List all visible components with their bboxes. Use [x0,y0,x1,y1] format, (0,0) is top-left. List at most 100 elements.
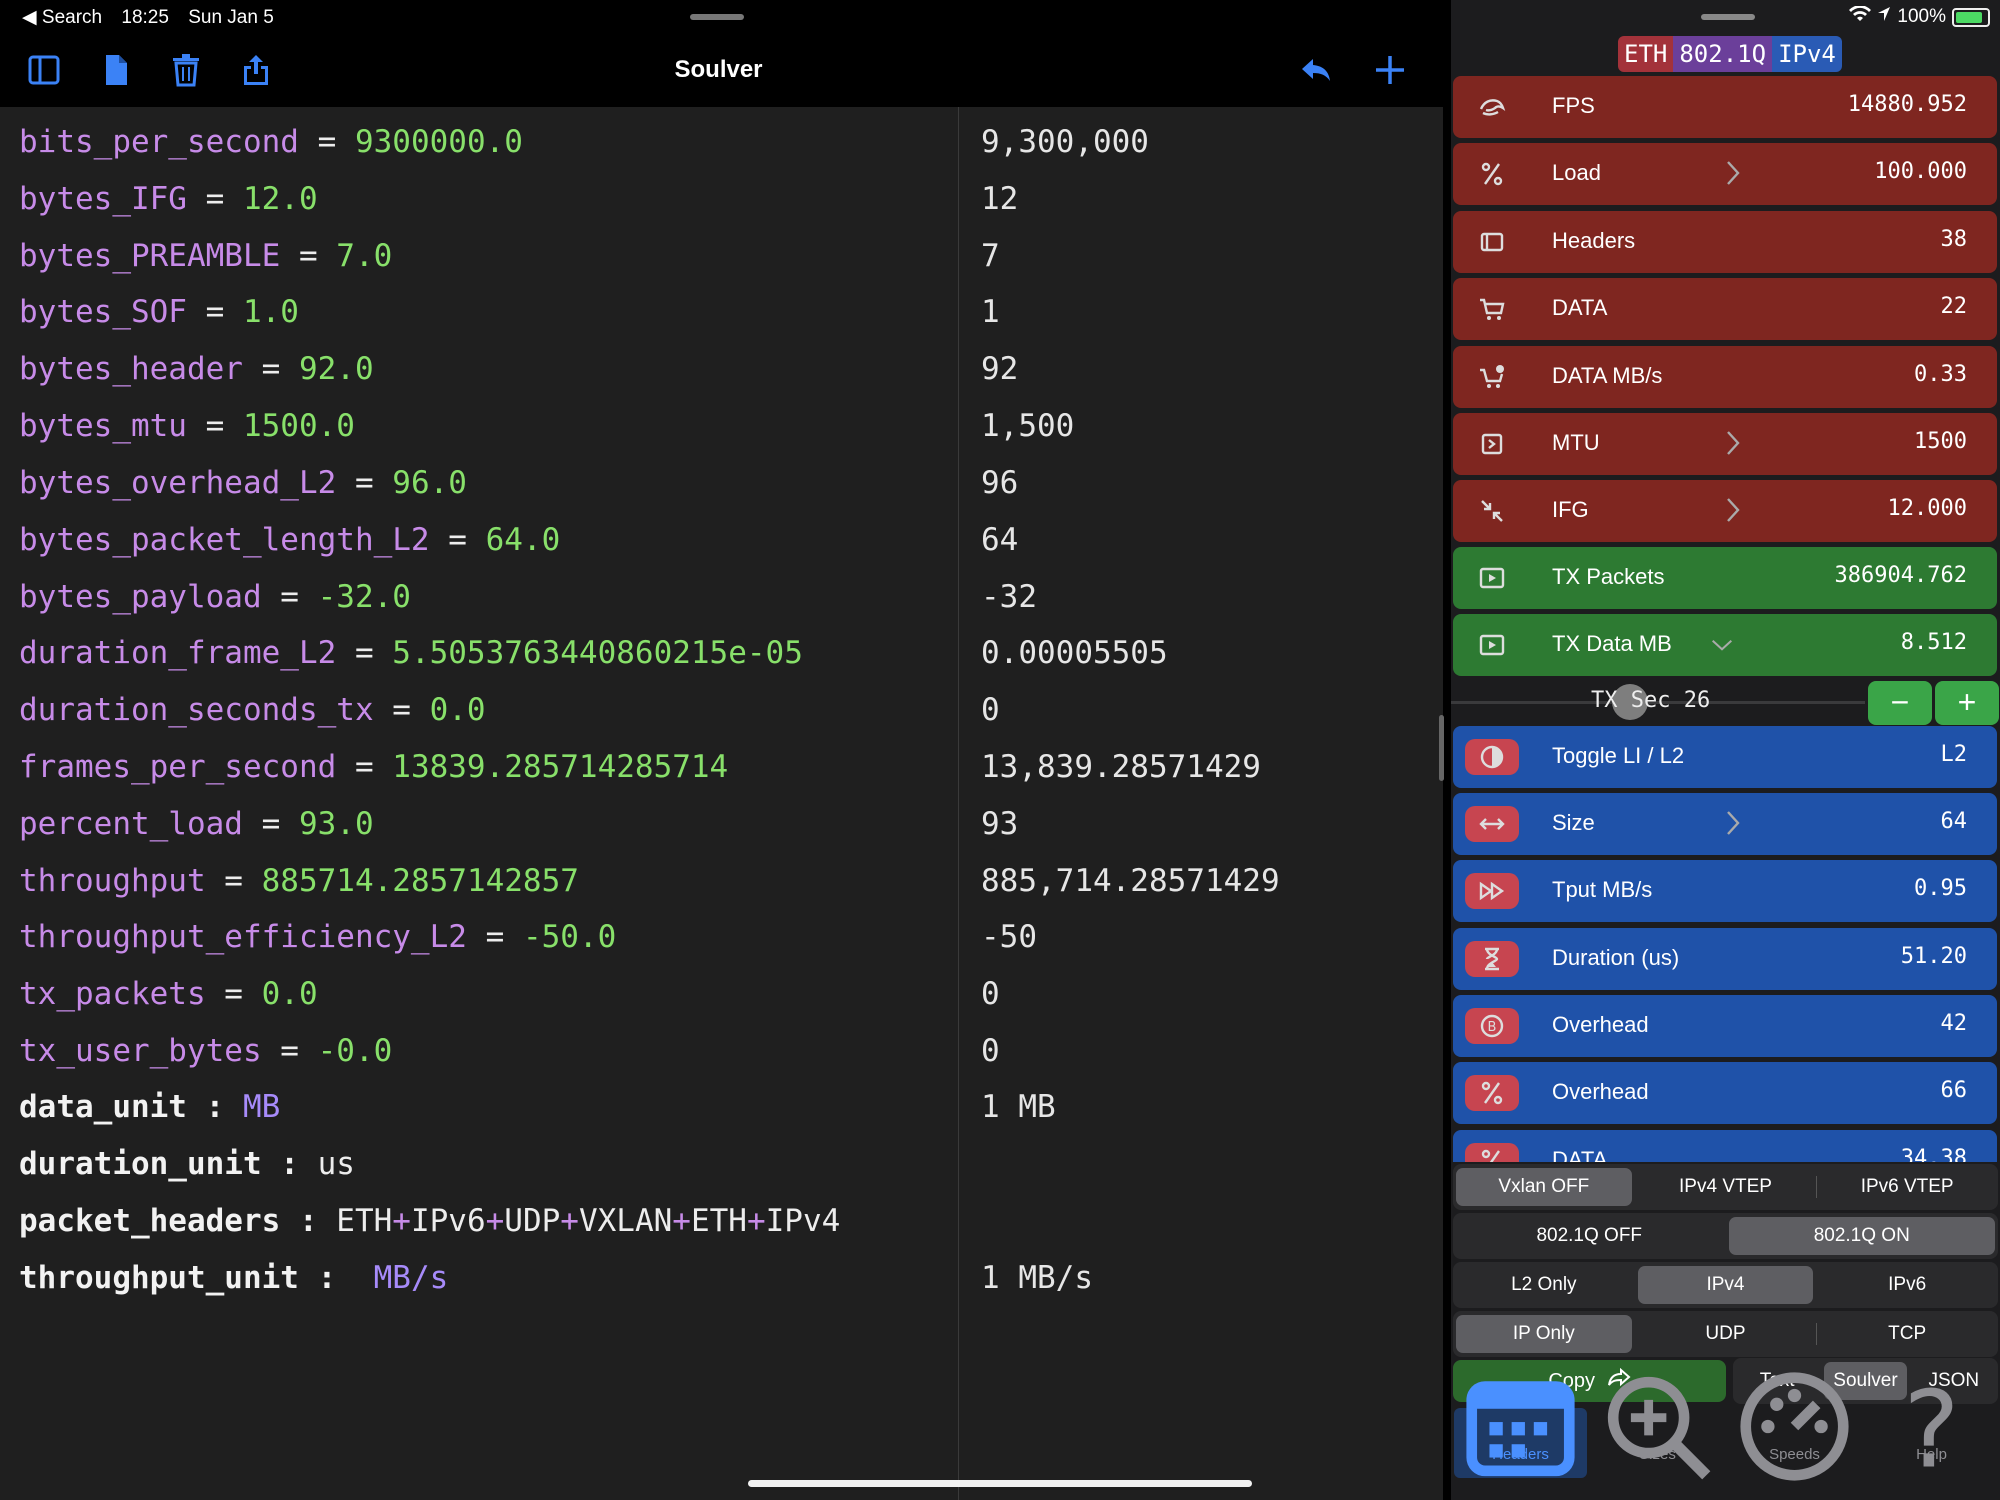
tab-help[interactable]: ? Help [1865,1368,1998,1492]
chevron-down-icon[interactable] [1711,638,1733,664]
tab-sizes[interactable]: Sizes [1591,1376,1724,1479]
blue-metrics-list[interactable]: Toggle LI / L2 L2 Size 64 Tput MB/s 0.95 Durat… [1451,726,2000,1162]
value: 64.0 [485,522,561,558]
metric-row[interactable]: DATA MB/s 0.33 [1453,346,1997,408]
metric-label: Toggle LI / L2 [1552,743,1685,768]
code-line[interactable]: bytes_IFG = 12.0 [19,174,318,224]
segment-l3[interactable]: L2 Only IPv4 IPv6 [1453,1262,1998,1308]
metric-row[interactable]: MTU 1500 [1453,413,1997,475]
result-value: 9,300,000 [981,124,1149,160]
segment-option[interactable]: IPv4 [1637,1266,1814,1304]
code-line[interactable]: duration_seconds_tx = 0.0 [19,685,486,735]
value: 93.0 [298,806,374,842]
segment-vlan[interactable]: 802.1Q OFF 802.1Q ON [1453,1213,1998,1259]
metric-row[interactable]: TX Packets 386904.762 [1453,547,1997,609]
metric-row[interactable]: Toggle LI / L2 L2 [1453,726,1997,788]
segment-option[interactable]: IPv4 VTEP [1638,1168,1814,1206]
segment-option[interactable]: L2 Only [1456,1266,1632,1304]
metric-label: Tput MB/s [1552,877,1653,902]
metric-row[interactable]: DATA 22 [1453,278,1997,340]
code-line[interactable]: bytes_header = 92.0 [19,344,374,394]
tab-speeds[interactable]: Speeds [1728,1371,1861,1481]
segment-l4[interactable]: IP Only UDP TCP [1453,1311,1998,1357]
code-line[interactable]: throughput_unit : MB/s [19,1253,448,1303]
play-icon [1475,628,1509,662]
split-view-divider[interactable] [1439,715,1444,781]
toggle-icon [1465,739,1519,775]
operator: = [336,465,393,501]
code-line[interactable]: tx_user_bytes = -0.0 [19,1026,392,1076]
segment-option[interactable]: Vxlan OFF [1456,1168,1632,1206]
result-value: 885,714.28571429 [981,863,1280,899]
segment-option[interactable]: IPv6 VTEP [1819,1168,1995,1206]
code-line[interactable]: bytes_payload = -32.0 [19,572,411,622]
segment-option[interactable]: 802.1Q ON [1728,1217,1995,1255]
value: 0.0 [429,692,486,728]
metric-row[interactable]: FPS 14880.952 [1453,76,1997,138]
status-bar-right: 100% [1849,5,1990,28]
code-line[interactable]: packet_headers : ETH+IPv6+UDP+VXLAN+ETH+… [19,1196,840,1246]
value: 96.0 [392,465,467,501]
battery-percent: 100% [1897,6,1946,27]
chevron-right-icon[interactable] [1726,430,1740,456]
code-line[interactable]: percent_load = 93.0 [19,799,374,849]
chevron-right-icon[interactable] [1726,160,1740,186]
multitask-grabber[interactable] [1701,14,1755,20]
code-line[interactable]: throughput = 885714.2857142857 [19,856,579,906]
code-line[interactable]: bits_per_second = 9300000.0 [19,117,523,167]
tab-bar: Headers Sizes Speeds? Help [1451,1368,2000,1500]
code-line[interactable]: tx_packets = 0.0 [19,969,318,1019]
code-line[interactable]: bytes_packet_length_L2 = 64.0 [19,515,560,565]
code-line[interactable]: duration_frame_L2 = 5.5053763440860215e-… [19,628,803,678]
code-line[interactable]: duration_unit : us [19,1139,355,1189]
undo-icon[interactable] [1298,52,1334,88]
decrement-button[interactable]: − [1868,681,1932,725]
code-line[interactable]: bytes_PREAMBLE = 7.0 [19,231,392,281]
metric-row[interactable]: B Overhead 42 [1453,995,1997,1057]
segment-option[interactable]: UDP [1638,1315,1814,1353]
home-indicator[interactable] [748,1480,1252,1487]
tx-seconds-slider[interactable]: TX Sec 26 − + [1451,678,2000,726]
code-line[interactable]: throughput_efficiency_L2 = -50.0 [19,912,616,962]
code-line[interactable]: bytes_overhead_L2 = 96.0 [19,458,467,508]
metric-row[interactable]: TX Data MB 8.512 [1453,614,1997,676]
variable-name: throughput_efficiency_L2 [19,919,467,955]
code-line[interactable]: frames_per_second = 13839.285714285714 [19,742,728,792]
metric-row[interactable]: Duration (us) 51.20 [1453,928,1997,990]
metric-row[interactable]: Tput MB/s 0.95 [1453,860,1997,922]
result-value: 0.00005505 [981,635,1168,671]
metric-row[interactable]: IFG 12.000 [1453,480,1997,542]
variable-name: frames_per_second [19,749,337,785]
segment-option[interactable]: 802.1Q OFF [1456,1217,1723,1255]
increment-button[interactable]: + [1935,681,1999,725]
segment-option[interactable]: IPv6 [1819,1266,1995,1304]
magnifier-plus-icon [1591,1376,1724,1479]
metric-label: Overhead [1552,1079,1649,1104]
segment-vxlan[interactable]: Vxlan OFF IPv4 VTEP IPv6 VTEP [1453,1164,1998,1210]
metric-row[interactable]: DATA 34.38 [1453,1130,1997,1162]
protocol-badge: ETH [1618,36,1674,72]
metric-row[interactable]: Size 64 [1453,793,1997,855]
segment-option[interactable]: IP Only [1456,1315,1632,1353]
chevron-right-icon[interactable] [1726,497,1740,523]
code-line[interactable]: bytes_mtu = 1500.0 [19,401,355,451]
metric-value: 38 [1940,227,1968,252]
plus-sign: + [392,1203,411,1239]
protocol-badge: IPv4 [1772,36,1842,72]
code-line[interactable]: data_unit : MB [19,1082,280,1132]
metric-row[interactable]: Load 100.000 [1453,143,1997,205]
result-value: 12 [981,181,1019,217]
hourglass-icon [1465,941,1519,977]
percent-icon [1465,1143,1519,1162]
value: -0.0 [317,1033,393,1069]
code-editor[interactable]: bits_per_second = 9300000.0 bytes_IFG = 1… [0,107,958,1500]
tab-headers[interactable]: Headers [1454,1380,1587,1478]
metric-row[interactable]: Headers 38 [1453,211,1997,273]
back-to-search-link[interactable]: ◀ Search [22,7,102,28]
multitask-grabber[interactable] [690,14,744,20]
add-icon[interactable] [1372,52,1408,88]
metric-row[interactable]: Overhead 66 [1453,1062,1997,1124]
segment-option[interactable]: TCP [1819,1315,1995,1353]
chevron-right-icon[interactable] [1726,810,1740,836]
code-line[interactable]: bytes_SOF = 1.0 [19,287,299,337]
